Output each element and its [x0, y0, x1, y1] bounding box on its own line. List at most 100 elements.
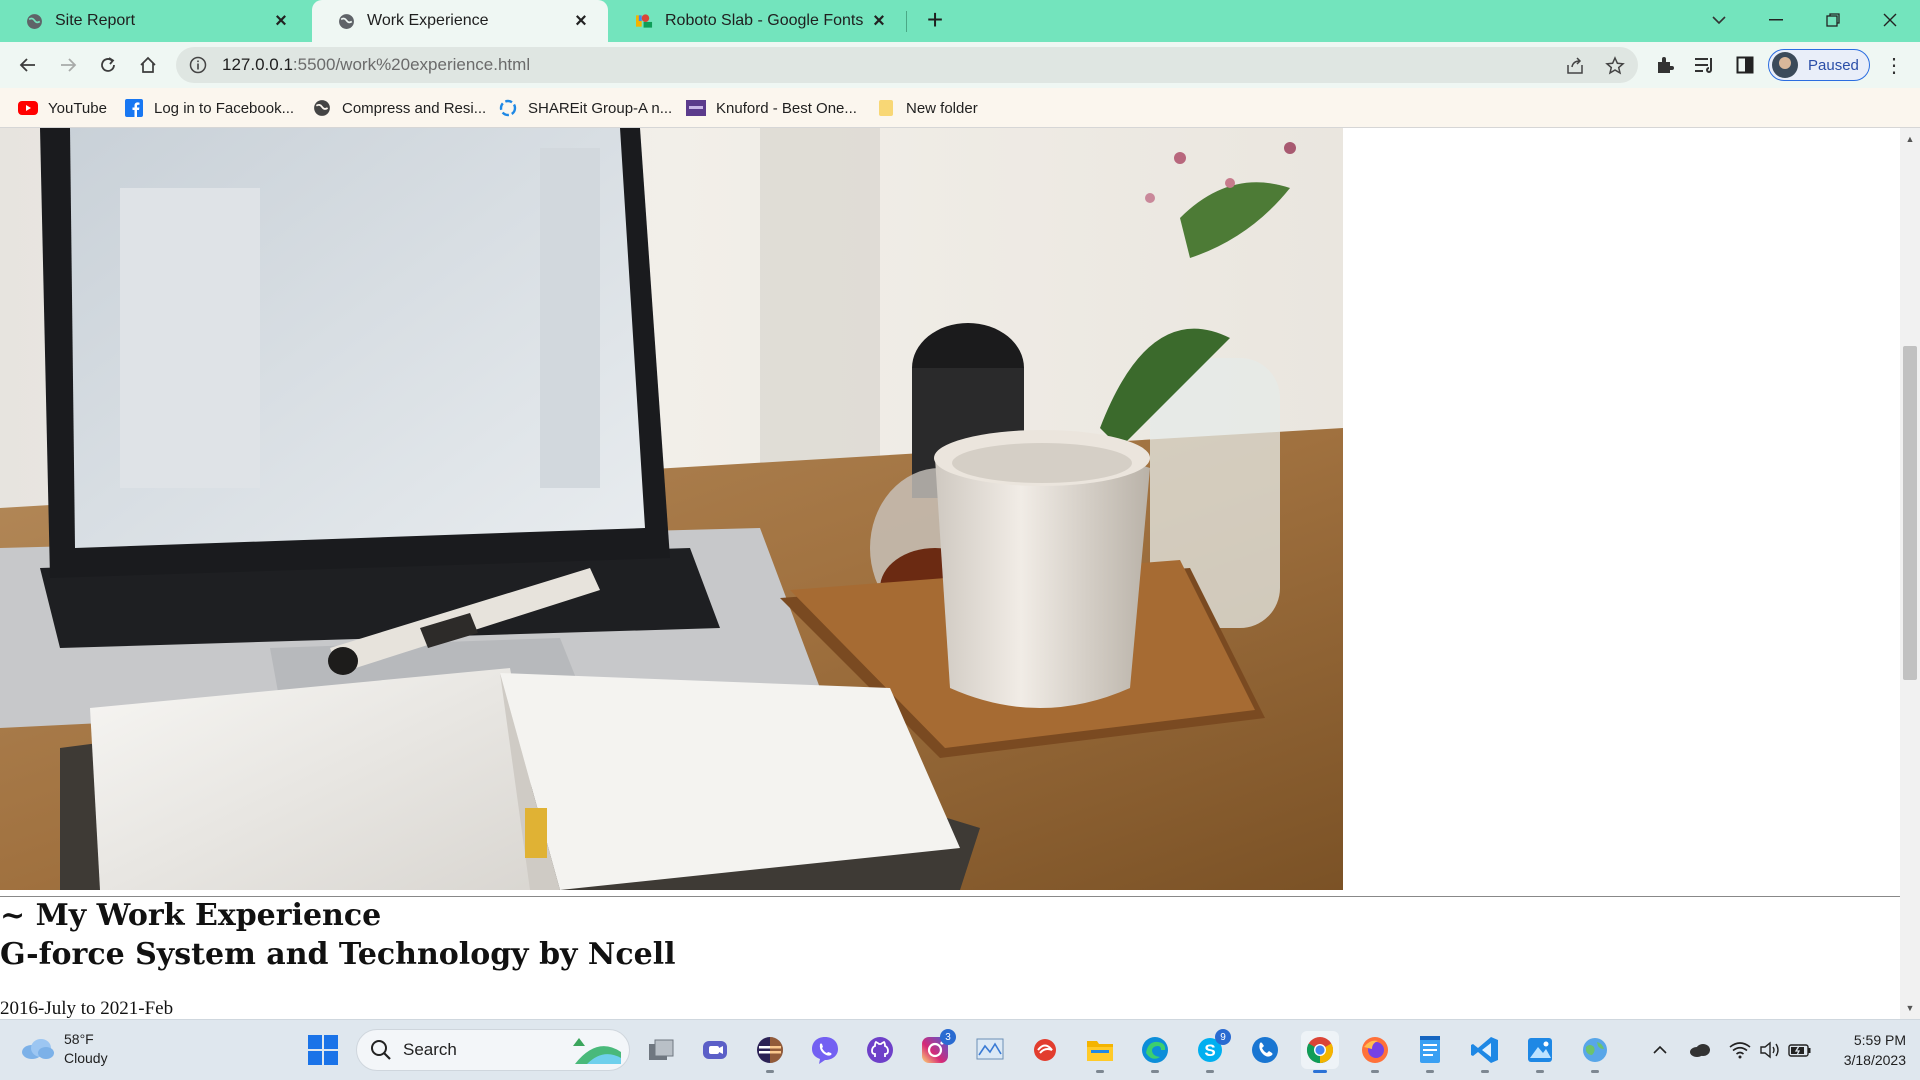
- bookmark-label: Log in to Facebook...: [154, 99, 295, 117]
- clock-date: 3/18/2023: [1843, 1052, 1906, 1068]
- scroll-up-arrow-icon[interactable]: ▲: [1900, 130, 1920, 148]
- taskbar-search-box[interactable]: Search: [356, 1029, 630, 1071]
- windows-start-icon[interactable]: [308, 1035, 338, 1065]
- svg-text:S: S: [1204, 1041, 1215, 1060]
- bookmark-knuford[interactable]: Knuford - Best One...: [686, 96, 857, 120]
- browser-toolbar: 127.0.0.1:5500/work%20experience.html Pa…: [0, 42, 1920, 88]
- volume-icon[interactable]: [1758, 1038, 1782, 1062]
- tab-strip: Site Report × Work Experience × Roboto S…: [0, 0, 1920, 42]
- scrollbar-thumb[interactable]: [1903, 346, 1917, 680]
- side-panel-icon[interactable]: [1732, 52, 1758, 78]
- url-path: :5500/work%20experience.html: [292, 55, 531, 74]
- url-host: 127.0.0.1: [222, 55, 293, 74]
- search-highlight-icon: [573, 1038, 621, 1064]
- vscode-icon[interactable]: [1466, 1031, 1504, 1073]
- bookmark-label: SHAREit Group-A n...: [528, 99, 673, 117]
- profile-status: Paused: [1808, 56, 1859, 74]
- swirl-app-icon[interactable]: [1026, 1031, 1064, 1069]
- page-viewport: ~ My Work Experience G-force System and …: [0, 128, 1900, 1019]
- bookmark-label: Compress and Resi...: [342, 99, 487, 117]
- globe-icon: [338, 13, 355, 30]
- photos-icon[interactable]: [1521, 1031, 1559, 1073]
- bookmark-compress[interactable]: Compress and Resi...: [312, 96, 486, 120]
- reading-list-icon[interactable]: [1692, 52, 1718, 78]
- youtube-icon: [18, 99, 38, 117]
- company-name: G-force System and Technology by Ncell: [0, 937, 676, 972]
- tab-roboto-slab[interactable]: Roboto Slab - Google Fonts ×: [610, 0, 906, 42]
- task-view-icon[interactable]: [642, 1031, 680, 1069]
- close-tab-icon[interactable]: ×: [570, 10, 592, 32]
- restore-button[interactable]: [1805, 0, 1861, 40]
- viber-icon[interactable]: [806, 1031, 844, 1069]
- skype-badge: 9: [1215, 1029, 1231, 1045]
- weather-description: Cloudy: [64, 1050, 108, 1066]
- more-menu-icon[interactable]: ⋮: [1884, 52, 1904, 78]
- notepad-icon[interactable]: [1411, 1031, 1449, 1073]
- tab-search-chevron-icon[interactable]: [1691, 0, 1747, 40]
- globe-icon: [26, 13, 43, 30]
- facebook-icon: [124, 99, 144, 117]
- instagram-badge: 3: [940, 1029, 956, 1045]
- extensions-puzzle-icon[interactable]: [1652, 52, 1678, 78]
- file-explorer-icon[interactable]: [1081, 1031, 1119, 1073]
- avatar: [1772, 52, 1798, 78]
- tab-title: Work Experience: [367, 12, 489, 29]
- close-tab-icon[interactable]: ×: [270, 10, 292, 32]
- folder-icon: [876, 99, 896, 117]
- eclipse-icon[interactable]: [751, 1031, 789, 1073]
- close-window-button[interactable]: [1862, 0, 1918, 40]
- weather-widget[interactable]: 58°F Cloudy: [20, 1030, 108, 1068]
- wifi-icon[interactable]: [1728, 1038, 1752, 1062]
- taskbar-clock[interactable]: 5:59 PM 3/18/2023: [1826, 1030, 1906, 1070]
- bookmark-label: YouTube: [48, 99, 107, 117]
- bookmark-star-icon[interactable]: [1604, 55, 1626, 77]
- back-button[interactable]: [12, 49, 44, 81]
- home-button[interactable]: [132, 49, 164, 81]
- forward-button[interactable]: [52, 49, 84, 81]
- profile-button[interactable]: Paused: [1768, 49, 1870, 81]
- onedrive-cloud-icon[interactable]: [1688, 1038, 1712, 1062]
- chrome-icon[interactable]: [1301, 1031, 1339, 1073]
- windows-taskbar: 58°F Cloudy Search 3 S 9 5:59 PM 3/18/20…: [0, 1019, 1920, 1080]
- skype-icon[interactable]: S 9: [1191, 1029, 1231, 1073]
- instagram-icon[interactable]: 3: [916, 1029, 956, 1069]
- reload-button[interactable]: [92, 49, 124, 81]
- tab-title: Roboto Slab - Google Fonts: [665, 12, 864, 29]
- show-hidden-icons-chevron[interactable]: [1648, 1038, 1672, 1062]
- bookmark-facebook[interactable]: Log in to Facebook...: [124, 96, 294, 120]
- google-fonts-icon: [636, 13, 653, 30]
- horizontal-rule: [0, 896, 1900, 897]
- bookmark-youtube[interactable]: YouTube: [18, 96, 107, 120]
- page-scrollbar[interactable]: ▲ ▼: [1900, 128, 1920, 1019]
- battery-icon[interactable]: [1788, 1038, 1812, 1062]
- share-icon[interactable]: [1564, 55, 1586, 77]
- edge-icon[interactable]: [1136, 1031, 1174, 1073]
- address-bar[interactable]: 127.0.0.1:5500/work%20experience.html: [176, 47, 1638, 83]
- page-heading: ~ My Work Experience: [0, 898, 382, 933]
- tab-site-report[interactable]: Site Report ×: [0, 0, 308, 42]
- minimize-button[interactable]: [1748, 0, 1804, 40]
- hero-image: [0, 128, 1343, 890]
- site-info-icon[interactable]: [188, 55, 208, 75]
- new-tab-button[interactable]: +: [922, 6, 948, 34]
- close-tab-icon[interactable]: ×: [868, 10, 890, 32]
- knuford-icon: [686, 99, 706, 117]
- globe-app-icon[interactable]: [1576, 1031, 1614, 1073]
- phone-link-icon[interactable]: [1246, 1031, 1284, 1069]
- tab-work-experience[interactable]: Work Experience ×: [312, 0, 608, 42]
- tab-separator: [906, 11, 907, 32]
- scroll-down-arrow-icon[interactable]: ▼: [1900, 999, 1920, 1017]
- cloud-icon: [22, 1039, 54, 1059]
- firefox-icon[interactable]: [1356, 1031, 1394, 1073]
- search-icon: [371, 1040, 391, 1060]
- bookmark-label: Knuford - Best One...: [716, 99, 857, 117]
- bookmarks-bar: YouTube Log in to Facebook... Compress a…: [0, 88, 1920, 128]
- monitor-app-icon[interactable]: [971, 1031, 1009, 1069]
- search-label: Search: [403, 1040, 457, 1059]
- bookmark-shareit[interactable]: SHAREit Group-A n...: [498, 96, 672, 120]
- tab-title: Site Report: [55, 12, 136, 29]
- teams-chat-icon[interactable]: [696, 1031, 734, 1069]
- bookmark-new-folder[interactable]: New folder: [876, 96, 978, 120]
- github-icon[interactable]: [861, 1031, 899, 1069]
- clock-time: 5:59 PM: [1853, 1032, 1906, 1048]
